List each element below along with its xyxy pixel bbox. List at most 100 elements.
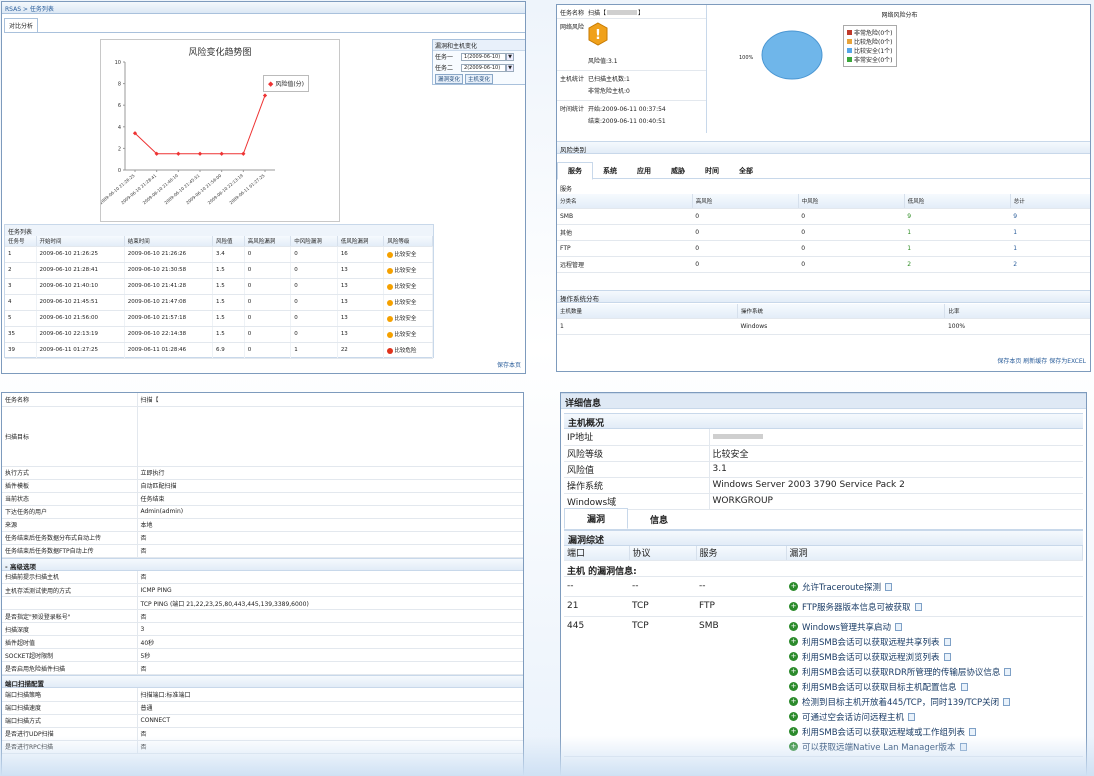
table-cell: 2009-06-11 01:28:46: [124, 342, 214, 359]
table-cell: 13: [337, 278, 385, 295]
config-row: 端口扫描策略 扫描端口:标准端口: [2, 688, 523, 702]
table-cell: 0: [798, 208, 905, 225]
document-icon[interactable]: [908, 712, 916, 721]
vuln-item[interactable]: + 利用SMB会话可以获取目标主机配置信息: [789, 679, 1080, 694]
document-icon[interactable]: [894, 622, 902, 631]
table-row[interactable]: 39 2009-06-11 01:27:25 2009-06-11 01:28:46…: [5, 342, 433, 359]
tab-1[interactable]: 信息: [628, 510, 690, 529]
config-value: TCP PING (端口 21,22,23,25,80,443,445,139,…: [137, 596, 523, 610]
y-tick-label: 0: [118, 168, 121, 174]
expand-plus-icon[interactable]: +: [789, 697, 798, 706]
table-cell: 22: [337, 342, 385, 359]
cell-text: 2009-06-10 22:14:38: [127, 331, 187, 337]
config-row: 扫描深度 3: [2, 622, 523, 636]
vuln-item[interactable]: + Windows管理共享启动: [789, 619, 1080, 634]
task1-select[interactable]: 1(2009-06-10): [461, 52, 507, 61]
table-cell: Windows: [737, 318, 945, 335]
advanced-options-title[interactable]: - 高级选项: [2, 557, 523, 571]
table-row[interactable]: 2 2009-06-10 21:28:41 2009-06-10 21:30:58 1…: [5, 262, 433, 279]
tab-compare[interactable]: 对比分析: [4, 18, 39, 32]
table-row[interactable]: 1 2009-06-10 21:26:25 2009-06-10 21:26:26 3…: [5, 246, 433, 263]
config-row: 当前状态 任务结束: [2, 492, 523, 506]
config-value: 40秒: [137, 635, 523, 649]
vuln-name: 可通过空会话访问远程主机: [802, 712, 905, 723]
tab-0[interactable]: 漏洞: [564, 507, 629, 529]
document-icon[interactable]: [960, 682, 968, 691]
table-row[interactable]: 4 2009-06-10 21:45:51 2009-06-10 21:47:08 1…: [5, 294, 433, 311]
table-cell: 35: [5, 326, 37, 343]
cell-text: 39: [8, 347, 15, 353]
document-icon[interactable]: [969, 727, 977, 736]
vuln-item[interactable]: + 利用SMB会话可以获取远程共享列表: [789, 634, 1080, 649]
config-key: 插件模板: [2, 479, 138, 493]
task-list: 任务列表 任务号 开始时间 结束时间 风险值 高风险漏洞 中风险漏洞 低风险漏洞 风险等级 1…: [4, 224, 434, 359]
table-row[interactable]: 5 2009-06-10 21:56:00 2009-06-10 21:57:18 1…: [5, 310, 433, 327]
column-header: 分类名: [557, 194, 693, 209]
cell-text: 0: [247, 251, 252, 257]
config-value: 本地: [137, 518, 523, 532]
document-icon[interactable]: [1004, 667, 1012, 676]
document-icon[interactable]: [943, 652, 951, 661]
chevron-down-icon[interactable]: ▼: [506, 63, 515, 72]
table-row[interactable]: 35 2009-06-10 22:13:19 2009-06-10 22:14:38…: [5, 326, 433, 343]
column-header: 低风险漏洞: [337, 236, 385, 247]
tab-0[interactable]: 服务: [557, 162, 593, 180]
document-icon[interactable]: [943, 637, 951, 646]
chevron-down-icon[interactable]: ▼: [506, 52, 515, 61]
column-header: 中风险漏洞: [290, 236, 338, 247]
vuln-list: + FTP服务器版本信息可被获取: [786, 599, 1083, 614]
vuln-item[interactable]: + 利用SMB会话可以获取远程浏览列表: [789, 649, 1080, 664]
expand-plus-icon[interactable]: +: [789, 622, 798, 631]
table-cell: 0: [692, 240, 799, 257]
tab-5[interactable]: 全部: [729, 166, 763, 176]
expand-plus-icon[interactable]: +: [789, 712, 798, 721]
task2-select[interactable]: 2(2009-06-10): [461, 63, 507, 72]
risk-level-icon: [387, 283, 394, 290]
document-icon[interactable]: [1003, 697, 1011, 706]
tab-2[interactable]: 应用: [627, 166, 661, 176]
expand-plus-icon[interactable]: +: [789, 637, 798, 646]
host-danger: 非常危险主机:0: [588, 88, 630, 95]
tab-4[interactable]: 时间: [695, 166, 729, 176]
column-header: 端口: [564, 545, 630, 561]
service-table: 分类名 高风险 中风险 低风险 总计 SMB 0 0 9 9 其他 0 0 1 1 FTP 0 0 1 1 远程管理 0…: [557, 194, 1090, 273]
table-cell: 比较安全: [383, 326, 433, 343]
table-cell: 比较安全: [383, 310, 433, 327]
vuln-change-button[interactable]: 漏洞变化: [435, 73, 464, 84]
document-icon[interactable]: [885, 582, 893, 591]
cell-text: 0: [294, 331, 298, 337]
detail-body: 主机概况 IP地址 风险等级 比较安全 风险值 3.1 操作系统 Windows Serve…: [561, 409, 1086, 757]
cell-text: 1.5: [216, 299, 225, 305]
tab-1[interactable]: 系统: [593, 166, 627, 176]
table-cell: 比较安全: [383, 294, 433, 311]
expand-plus-icon[interactable]: +: [789, 652, 798, 661]
data-point: [176, 151, 181, 156]
vuln-item[interactable]: + 检测到目标主机开放着445/TCP，同时139/TCP关闭: [789, 694, 1080, 709]
expand-plus-icon[interactable]: +: [789, 682, 798, 691]
vuln-item[interactable]: + FTP服务器版本信息可被获取: [789, 599, 1080, 614]
table-cell: 3: [5, 278, 37, 295]
save-page-link[interactable]: 保存本页: [497, 360, 521, 369]
column-header: 开始时间: [36, 236, 125, 247]
expand-plus-icon[interactable]: +: [789, 582, 798, 591]
config-key: SOCKET超时限制: [2, 648, 138, 662]
cell-text: 2009-06-10 21:41:28: [127, 283, 187, 289]
document-icon[interactable]: [914, 602, 922, 611]
table-cell: 2009-06-10 21:30:58: [124, 262, 214, 279]
vuln-item[interactable]: + 利用SMB会话可以获取RDR所管理的传输层协议信息: [789, 664, 1080, 679]
detail-tabs: 漏洞 信息: [564, 507, 1083, 530]
vuln-item[interactable]: + 可通过空会话访问远程主机: [789, 709, 1080, 724]
risk-class-tabs: 服务 系统 应用 威胁 时间 全部: [557, 157, 1090, 180]
config-value: 否: [137, 544, 523, 558]
vuln-item[interactable]: + 允许Traceroute探测: [789, 579, 1080, 594]
legend-item: 非常安全(0个): [847, 55, 893, 64]
expand-plus-icon[interactable]: +: [789, 602, 798, 611]
config-row: 端口扫描方式 CONNECT: [2, 714, 523, 728]
expand-plus-icon[interactable]: +: [789, 667, 798, 676]
tab-3[interactable]: 威胁: [661, 166, 695, 176]
host-change-button[interactable]: 主机变化: [465, 73, 494, 84]
export-links[interactable]: 保存本页 刷新缓存 保存为EXCEL: [997, 356, 1086, 365]
expand-plus-icon[interactable]: +: [789, 727, 798, 736]
legend-swatch: [847, 48, 852, 53]
table-row[interactable]: 3 2009-06-10 21:40:10 2009-06-10 21:41:28 1…: [5, 278, 433, 295]
